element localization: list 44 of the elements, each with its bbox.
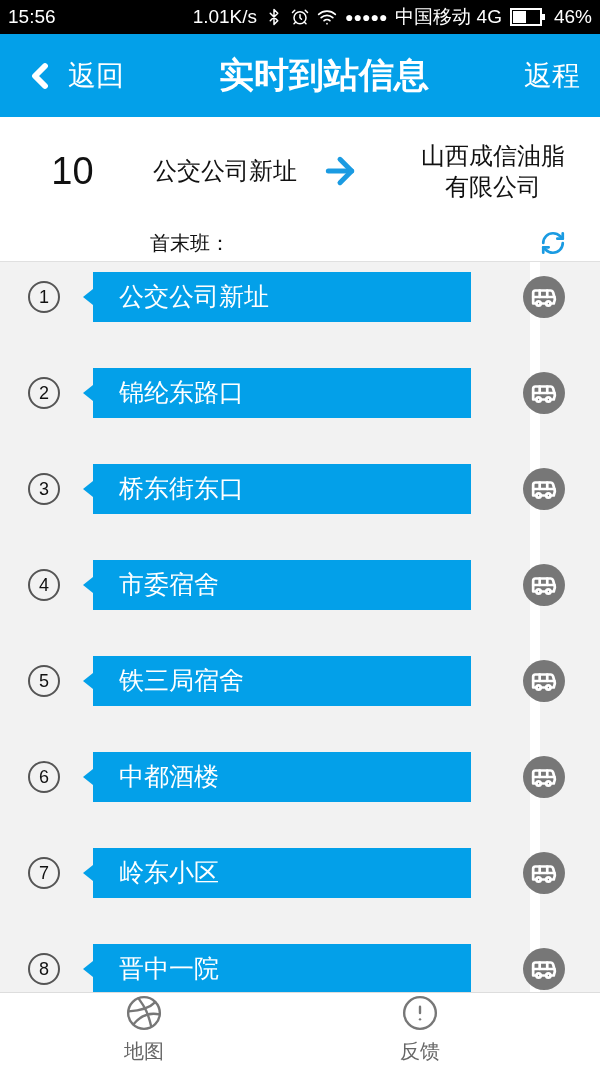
page-title: 实时到站信息 <box>219 54 429 97</box>
stop-name[interactable]: 铁三局宿舍 <box>93 656 471 706</box>
clock-time: 15:56 <box>8 4 56 29</box>
bus-icon <box>522 660 565 702</box>
battery-percent: 46% <box>553 4 592 29</box>
alert-icon <box>401 994 439 1032</box>
stop-number: 5 <box>28 665 60 697</box>
back-button[interactable]: 返回 <box>20 54 124 97</box>
stop-number: 1 <box>28 281 60 313</box>
bus-icon <box>522 276 565 318</box>
stop-name[interactable]: 公交公司新址 <box>93 272 471 322</box>
bus-icon <box>522 852 565 894</box>
stop-name[interactable]: 市委宿舍 <box>93 560 471 610</box>
stop-number: 4 <box>28 569 60 601</box>
battery-icon <box>509 8 546 26</box>
tab-item[interactable]: 反馈 <box>400 994 440 1066</box>
stop-number: 7 <box>28 857 60 889</box>
stop-number: 3 <box>28 473 60 505</box>
refresh-icon[interactable] <box>540 230 566 256</box>
bus-icon <box>522 948 565 990</box>
carrier-name: 中国移动 4G <box>395 4 502 29</box>
wifi-icon <box>317 7 338 27</box>
stop-number: 8 <box>28 953 60 985</box>
stop-name[interactable]: 晋中一院 <box>93 944 471 992</box>
bus-icon <box>522 756 565 798</box>
stop-name[interactable]: 中都酒楼 <box>93 752 471 802</box>
stop-number: 6 <box>28 761 60 793</box>
bus-icon <box>522 468 565 510</box>
tab-item[interactable]: 地图 <box>124 994 164 1066</box>
route-number: 10 <box>50 148 95 194</box>
origin-stop: 公交公司新址 <box>152 156 298 186</box>
stop-name[interactable]: 桥东街东口 <box>93 464 471 514</box>
bus-icon <box>522 372 565 414</box>
destination-stop: 山西成信油脂有限公司 <box>420 141 566 202</box>
alarm-icon <box>291 8 310 26</box>
stop-number: 2 <box>28 377 60 409</box>
stop-name[interactable]: 锦纶东路口 <box>93 368 471 418</box>
ball-icon <box>125 994 163 1032</box>
stop-name[interactable]: 岭东小区 <box>93 848 471 898</box>
signal-dots: ●●●●● <box>345 7 388 27</box>
bus-icon <box>522 564 565 606</box>
network-speed: 1.01K/s <box>192 4 258 29</box>
schedule-label: 首末班： <box>150 231 230 256</box>
return-trip-button[interactable]: 返程 <box>524 54 580 97</box>
